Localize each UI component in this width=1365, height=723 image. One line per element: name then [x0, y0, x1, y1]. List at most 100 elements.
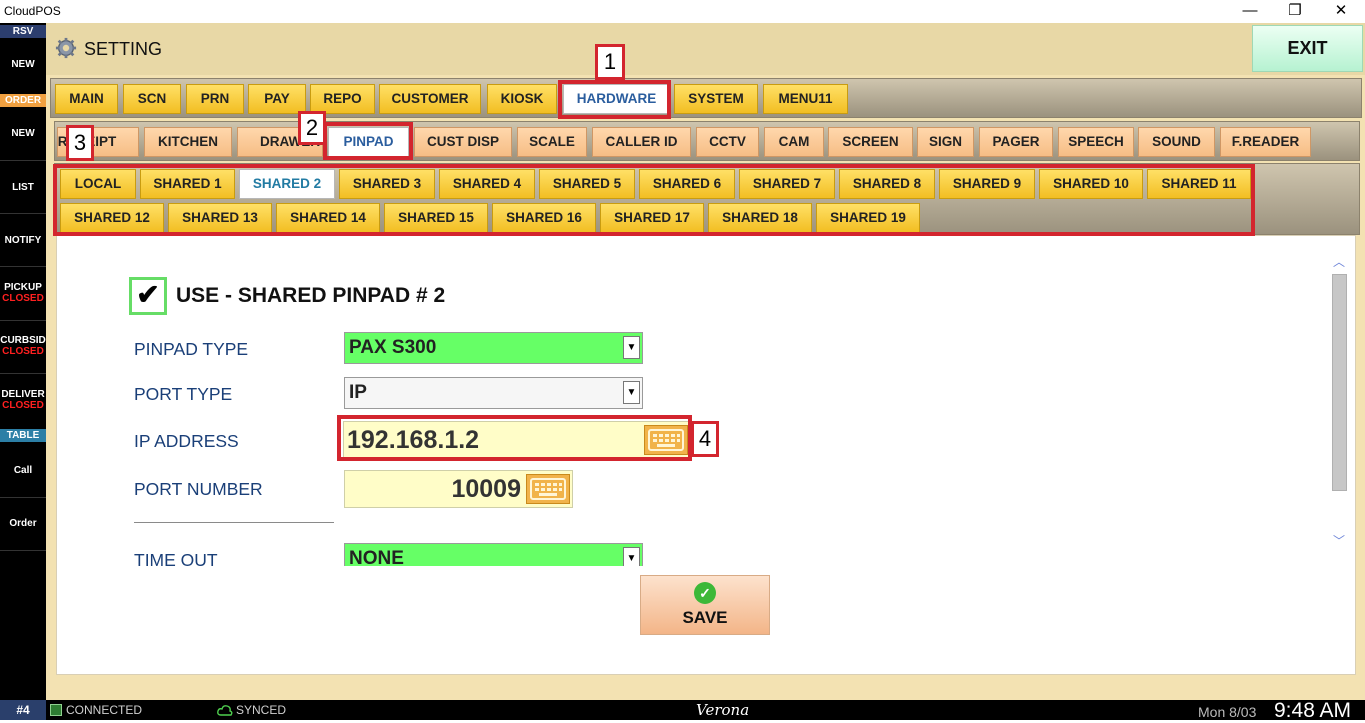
curbside-label: CURBSID — [0, 335, 46, 346]
tab-local[interactable]: LOCAL — [60, 169, 136, 199]
tab-shared-19[interactable]: SHARED 19 — [816, 203, 920, 233]
tab-menu11[interactable]: MENU11 — [763, 84, 848, 114]
divider — [0, 213, 46, 214]
tab-scale[interactable]: SCALE — [517, 127, 587, 157]
tab-shared-13[interactable]: SHARED 13 — [168, 203, 272, 233]
tab-shared-4[interactable]: SHARED 4 — [439, 169, 535, 199]
time-out-select[interactable]: NONE ▼ — [344, 543, 643, 566]
keyboard-icon — [530, 478, 566, 500]
use-shared-pinpad-label: USE - SHARED PINPAD # 2 — [176, 284, 446, 307]
curbside-button[interactable]: CURBSID CLOSED — [0, 335, 46, 357]
ip-keyboard-button[interactable] — [644, 425, 688, 455]
section-divider — [134, 522, 334, 523]
tab-customer[interactable]: CUSTOMER — [379, 84, 481, 114]
tab-shared-18[interactable]: SHARED 18 — [708, 203, 812, 233]
location-name: Verona — [696, 701, 750, 719]
terminal-number: #4 — [0, 700, 46, 720]
tab-cam[interactable]: CAM — [764, 127, 824, 157]
form-scrollbar[interactable]: ︿ ﹀ — [1330, 241, 1348, 566]
tab-shared-14[interactable]: SHARED 14 — [276, 203, 380, 233]
tab-kiosk[interactable]: KIOSK — [487, 84, 557, 114]
table-header: TABLE — [0, 429, 46, 442]
page-title: SETTING — [84, 39, 163, 59]
annotation-label-4: 4 — [691, 421, 719, 457]
tab-shared-6[interactable]: SHARED 6 — [639, 169, 735, 199]
hardware-subtab-bar: RECEIPT KITCHEN DRAWER PINPAD CUST DISP … — [54, 121, 1360, 161]
tab-system[interactable]: SYSTEM — [674, 84, 758, 114]
exit-button[interactable]: EXIT — [1252, 25, 1363, 72]
tab-hardware[interactable]: HARDWARE — [563, 84, 670, 114]
rsv-new-button[interactable]: NEW — [0, 59, 46, 70]
check-circle-icon: ✓ — [694, 582, 716, 604]
time-out-label: TIME OUT — [134, 550, 218, 566]
tab-shared-3[interactable]: SHARED 3 — [339, 169, 435, 199]
tab-sign[interactable]: SIGN — [917, 127, 974, 157]
tab-scn[interactable]: SCN — [123, 84, 181, 114]
tab-shared-16[interactable]: SHARED 16 — [492, 203, 596, 233]
order-new-button[interactable]: NEW — [0, 128, 46, 139]
annotation-label-1: 1 — [595, 44, 625, 80]
port-keyboard-button[interactable] — [526, 474, 570, 504]
tab-repo[interactable]: REPO — [310, 84, 375, 114]
close-button[interactable]: ✕ — [1318, 0, 1364, 23]
tab-shared-12[interactable]: SHARED 12 — [60, 203, 164, 233]
scroll-up-icon[interactable]: ︿ — [1332, 255, 1346, 269]
gear-icon — [55, 37, 77, 59]
tab-caller-id[interactable]: CALLER ID — [592, 127, 691, 157]
tab-pinpad[interactable]: PINPAD — [328, 127, 409, 157]
delivery-label: DELIVER — [1, 389, 45, 400]
ip-address-input[interactable]: 192.168.1.2 — [343, 421, 689, 459]
chevron-down-icon: ▼ — [623, 547, 640, 566]
divider — [0, 550, 46, 551]
order-button[interactable]: Order — [0, 518, 46, 529]
tab-prn[interactable]: PRN — [186, 84, 244, 114]
network-icon — [50, 704, 62, 716]
tab-cust-disp[interactable]: CUST DISP — [414, 127, 512, 157]
ip-address-label: IP ADDRESS — [134, 431, 239, 451]
tab-shared-15[interactable]: SHARED 15 — [384, 203, 488, 233]
time-out-value: NONE — [349, 548, 404, 566]
minimize-button[interactable]: — — [1227, 0, 1273, 23]
port-number-label: PORT NUMBER — [134, 479, 263, 499]
notify-button[interactable]: NOTIFY — [0, 235, 46, 246]
scroll-down-icon[interactable]: ﹀ — [1332, 534, 1346, 548]
rsv-header: RSV — [0, 25, 46, 38]
tab-shared-10[interactable]: SHARED 10 — [1039, 169, 1143, 199]
pinpad-type-select[interactable]: PAX S300 ▼ — [344, 332, 643, 364]
save-button[interactable]: ✓ SAVE — [640, 575, 770, 635]
restore-button[interactable]: ❐ — [1272, 0, 1318, 23]
scroll-thumb[interactable] — [1332, 274, 1347, 491]
list-button[interactable]: LIST — [0, 182, 46, 193]
tab-shared-1[interactable]: SHARED 1 — [140, 169, 235, 199]
delivery-status: CLOSED — [2, 400, 44, 411]
tab-shared-7[interactable]: SHARED 7 — [739, 169, 835, 199]
form-scroll-clip: TIME OUT NONE ▼ — [57, 536, 1327, 566]
divider — [0, 497, 46, 498]
tab-shared-2[interactable]: SHARED 2 — [239, 169, 335, 199]
tab-cctv[interactable]: CCTV — [696, 127, 759, 157]
use-shared-pinpad-checkbox[interactable]: ✔ — [129, 277, 167, 315]
curbside-status: CLOSED — [2, 346, 44, 357]
tab-pager[interactable]: PAGER — [979, 127, 1053, 157]
tab-shared-5[interactable]: SHARED 5 — [539, 169, 635, 199]
save-label: SAVE — [682, 608, 728, 627]
tab-shared-11[interactable]: SHARED 11 — [1147, 169, 1251, 199]
tab-sound[interactable]: SOUND — [1138, 127, 1215, 157]
tab-f-reader[interactable]: F.READER — [1220, 127, 1311, 157]
tab-main[interactable]: MAIN — [55, 84, 118, 114]
window-titlebar: CloudPOS — ❐ ✕ — [0, 0, 1365, 23]
pickup-button[interactable]: PICKUP CLOSED — [0, 282, 46, 304]
port-type-select[interactable]: IP ▼ — [344, 377, 643, 409]
status-bar: #4 CONNECTED SYNCED Verona Mon 8/03 9:48… — [0, 699, 1365, 722]
tab-screen[interactable]: SCREEN — [828, 127, 913, 157]
tab-speech[interactable]: SPEECH — [1058, 127, 1134, 157]
tab-shared-17[interactable]: SHARED 17 — [600, 203, 704, 233]
pickup-label: PICKUP — [4, 282, 42, 293]
call-button[interactable]: Call — [0, 465, 46, 476]
tab-pay[interactable]: PAY — [248, 84, 306, 114]
delivery-button[interactable]: DELIVER CLOSED — [0, 389, 46, 411]
tab-shared-9[interactable]: SHARED 9 — [939, 169, 1035, 199]
tab-shared-8[interactable]: SHARED 8 — [839, 169, 935, 199]
settings-panel: SETTING EXIT MAIN SCN PRN PAY REPO CUSTO… — [46, 23, 1365, 700]
tab-kitchen[interactable]: KITCHEN — [144, 127, 232, 157]
